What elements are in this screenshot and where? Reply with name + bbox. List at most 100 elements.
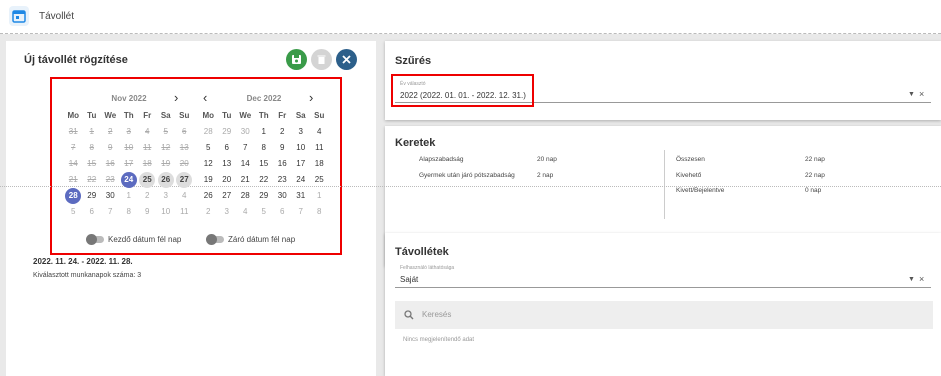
calendar-day[interactable]: 18 (310, 156, 329, 172)
dropdown-arrow-icon[interactable]: ▼ (908, 91, 915, 98)
calendar-day[interactable]: 23 (101, 172, 120, 188)
calendar-day[interactable]: 17 (292, 156, 311, 172)
clear-icon[interactable]: × (919, 89, 924, 99)
calendar-day[interactable]: 12 (199, 156, 218, 172)
calendar-day[interactable]: 6 (273, 204, 292, 220)
calendar-day[interactable]: 4 (175, 188, 194, 204)
next-month-icon[interactable]: › (174, 90, 178, 105)
calendar-day[interactable]: 9 (138, 204, 157, 220)
calendar-day[interactable]: 1 (255, 124, 274, 140)
calendar-day[interactable]: 4 (236, 204, 255, 220)
save-button[interactable] (286, 49, 307, 70)
calendar-day[interactable]: 31 (64, 124, 83, 140)
calendar-day[interactable]: 8 (83, 140, 102, 156)
calendar-day[interactable]: 27 (218, 188, 237, 204)
calendar-day[interactable]: 12 (157, 140, 176, 156)
calendar-day[interactable]: 11 (175, 204, 194, 220)
close-button[interactable] (336, 49, 357, 70)
calendar-day[interactable]: 16 (101, 156, 120, 172)
calendar-day[interactable]: 19 (157, 156, 176, 172)
calendar-day[interactable]: 15 (83, 156, 102, 172)
calendar-day[interactable]: 2 (273, 124, 292, 140)
calendar-day[interactable]: 6 (218, 140, 237, 156)
calendar-day[interactable]: 13 (218, 156, 237, 172)
calendar-day[interactable]: 1 (120, 188, 139, 204)
calendar-day[interactable]: 21 (64, 172, 83, 188)
calendar-day[interactable]: 30 (273, 188, 292, 204)
calendar-day[interactable]: 29 (83, 188, 102, 204)
search-bar[interactable]: Keresés (395, 301, 933, 329)
calendar-day[interactable]: 28 (199, 124, 218, 140)
calendar-day[interactable]: 17 (120, 156, 139, 172)
calendar-day[interactable]: 27 (175, 172, 194, 188)
calendar-day[interactable]: 7 (64, 140, 83, 156)
calendar-day[interactable]: 7 (236, 140, 255, 156)
calendar-day[interactable]: 22 (83, 172, 102, 188)
calendar-day[interactable]: 9 (101, 140, 120, 156)
calendar-day[interactable]: 30 (101, 188, 120, 204)
visibility-value[interactable]: Saját (400, 275, 418, 284)
calendar-day[interactable]: 19 (199, 172, 218, 188)
calendar-day[interactable]: 5 (157, 124, 176, 140)
delete-button[interactable] (311, 49, 332, 70)
calendar-day[interactable]: 8 (120, 204, 139, 220)
calendar-day[interactable]: 10 (292, 140, 311, 156)
calendar-day[interactable]: 25 (138, 172, 157, 188)
calendar-day[interactable]: 3 (292, 124, 311, 140)
calendar-day[interactable]: 9 (273, 140, 292, 156)
calendar-day[interactable]: 2 (199, 204, 218, 220)
calendar-day[interactable]: 3 (218, 204, 237, 220)
calendar-day[interactable]: 1 (310, 188, 329, 204)
calendar-day[interactable]: 24 (292, 172, 311, 188)
calendar-day[interactable]: 13 (175, 140, 194, 156)
calendar-day[interactable]: 8 (310, 204, 329, 220)
calendar-day[interactable]: 23 (273, 172, 292, 188)
calendar-day[interactable]: 7 (101, 204, 120, 220)
calendar-day[interactable]: 24 (120, 172, 139, 188)
calendar-day[interactable]: 1 (83, 124, 102, 140)
calendar-day[interactable]: 29 (255, 188, 274, 204)
calendar-day[interactable]: 16 (273, 156, 292, 172)
calendar-day[interactable]: 22 (255, 172, 274, 188)
calendar-day[interactable]: 25 (310, 172, 329, 188)
search-input[interactable]: Keresés (422, 310, 451, 319)
dropdown-arrow-icon[interactable]: ▼ (908, 276, 915, 283)
calendar-day[interactable]: 28 (64, 188, 83, 204)
calendar-day[interactable]: 2 (138, 188, 157, 204)
prev-month-icon[interactable]: ‹ (203, 90, 207, 105)
calendar-day[interactable]: 29 (218, 124, 237, 140)
calendar-day[interactable]: 31 (292, 188, 311, 204)
calendar-day[interactable]: 14 (236, 156, 255, 172)
calendar-day[interactable]: 14 (64, 156, 83, 172)
toggle-switch[interactable] (86, 234, 104, 245)
calendar-day[interactable]: 6 (175, 124, 194, 140)
calendar-day[interactable]: 7 (292, 204, 311, 220)
next-month-icon[interactable]: › (309, 90, 313, 105)
end-half-day-toggle[interactable]: Záró dátum fél nap (206, 234, 295, 245)
calendar-day[interactable]: 26 (199, 188, 218, 204)
calendar-day[interactable]: 3 (120, 124, 139, 140)
calendar-day[interactable]: 2 (101, 124, 120, 140)
calendar-day[interactable]: 11 (138, 140, 157, 156)
calendar-day[interactable]: 26 (157, 172, 176, 188)
calendar-day[interactable]: 28 (236, 188, 255, 204)
calendar-day[interactable]: 8 (255, 140, 274, 156)
calendar-day[interactable]: 3 (157, 188, 176, 204)
calendar-day[interactable]: 5 (64, 204, 83, 220)
calendar-day[interactable]: 21 (236, 172, 255, 188)
calendar-day[interactable]: 4 (138, 124, 157, 140)
start-half-day-toggle[interactable]: Kezdő dátum fél nap (86, 234, 181, 245)
calendar-day[interactable]: 11 (310, 140, 329, 156)
toggle-switch[interactable] (206, 234, 224, 245)
calendar-day[interactable]: 20 (175, 156, 194, 172)
calendar-day[interactable]: 4 (310, 124, 329, 140)
calendar-day[interactable]: 10 (157, 204, 176, 220)
calendar-day[interactable]: 20 (218, 172, 237, 188)
calendar-day[interactable]: 6 (83, 204, 102, 220)
clear-icon[interactable]: × (919, 274, 924, 284)
calendar-day[interactable]: 18 (138, 156, 157, 172)
calendar-day[interactable]: 15 (255, 156, 274, 172)
calendar-day[interactable]: 10 (120, 140, 139, 156)
calendar-day[interactable]: 5 (255, 204, 274, 220)
calendar-day[interactable]: 5 (199, 140, 218, 156)
